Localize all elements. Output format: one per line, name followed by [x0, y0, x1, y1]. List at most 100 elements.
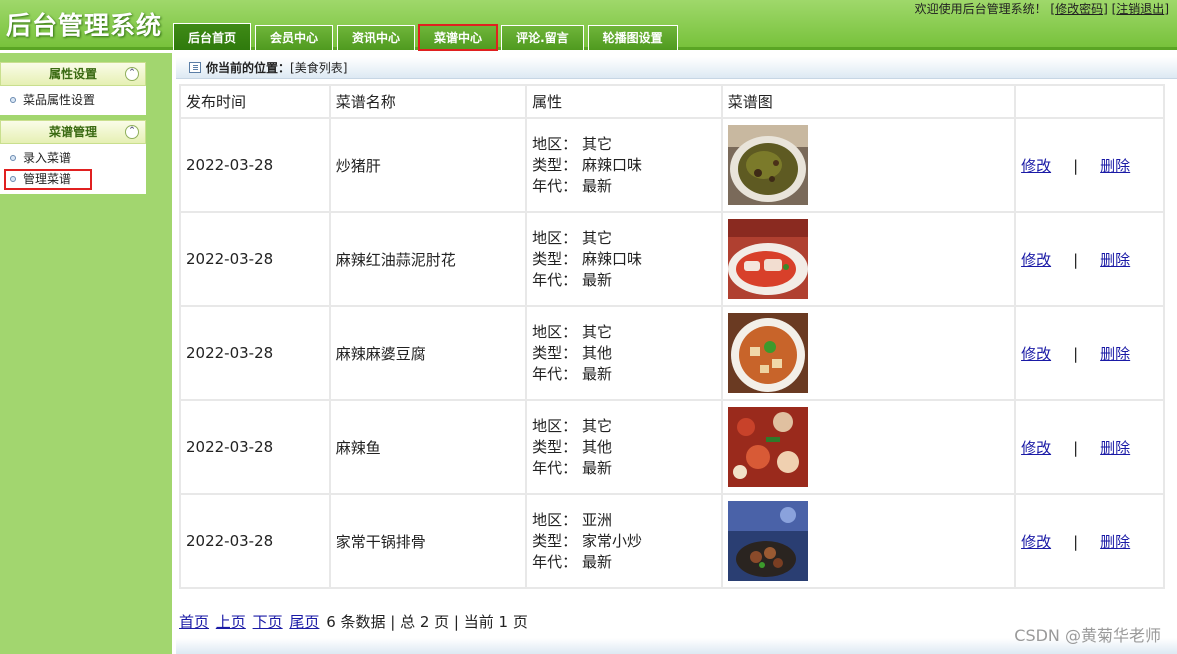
cell-attributes: 地区： 其它 类型： 其他 年代： 最新	[527, 307, 721, 399]
sidebar-group-recipe-management[interactable]: 菜谱管理 ⌃	[0, 120, 146, 144]
attr-region: 其它	[581, 416, 612, 435]
attr-label: 地区：	[532, 134, 578, 153]
attr-era: 最新	[581, 270, 612, 289]
change-password-link[interactable]: 修改密码	[1055, 2, 1103, 16]
last-page-link[interactable]: 尾页	[289, 613, 319, 631]
bullet-icon	[10, 155, 16, 161]
collapse-icon[interactable]: ⌃	[125, 67, 139, 81]
action-separator: |	[1073, 438, 1079, 457]
header-attributes: 属性	[527, 86, 721, 117]
breadcrumb: 你当前的位置：[美食列表]	[176, 57, 1177, 79]
attr-label: 类型：	[532, 343, 578, 362]
attr-type: 麻辣口味	[581, 155, 642, 174]
sidebar-item-add-recipe[interactable]: 录入菜谱	[0, 148, 146, 169]
attr-type: 其他	[581, 437, 612, 456]
action-separator: |	[1073, 156, 1079, 175]
header-recipe-image: 菜谱图	[722, 86, 1015, 117]
action-separator: |	[1073, 344, 1079, 363]
cell-name: 炒猪肝	[330, 119, 526, 211]
tab-carousel-settings[interactable]: 轮播图设置	[587, 25, 678, 50]
attr-region: 亚洲	[581, 510, 612, 529]
breadcrumb-label: 你当前的位置：	[206, 61, 291, 75]
table-row: 2022-03-28 家常干锅排骨 地区： 亚洲 类型： 家常小炒 年代： 最新	[181, 495, 1163, 587]
dish-photo-stir-fried-liver	[727, 125, 808, 205]
edit-link[interactable]: 修改	[1021, 345, 1051, 363]
cell-image	[722, 401, 1015, 493]
cell-date: 2022-03-28	[181, 213, 329, 305]
attr-label: 年代：	[532, 176, 578, 195]
header-bar: 后台管理系统 欢迎使用后台管理系统！ [修改密码] [注销退出] 后台首页 会员…	[0, 0, 1177, 51]
first-page-link[interactable]: 首页	[179, 613, 209, 631]
table-row: 2022-03-28 麻辣麻婆豆腐 地区： 其它 类型： 其他 年代： 最新 修…	[181, 307, 1163, 399]
cell-name: 麻辣红油蒜泥肘花	[330, 213, 526, 305]
dish-photo-dry-pot-ribs	[727, 501, 808, 581]
cell-attributes: 地区： 亚洲 类型： 家常小炒 年代： 最新	[527, 495, 721, 587]
logout-link[interactable]: 注销退出	[1116, 2, 1164, 16]
delete-link[interactable]: 删除	[1100, 157, 1130, 175]
tab-comments[interactable]: 评论.留言	[501, 25, 584, 50]
tab-member-center[interactable]: 会员中心	[255, 25, 334, 50]
collapse-icon[interactable]: ⌃	[125, 125, 139, 139]
sidebar-item-manage-recipes[interactable]: 管理菜谱	[4, 169, 92, 190]
attr-type: 其他	[581, 343, 612, 362]
sidebar-item-label: 录入菜谱	[23, 151, 72, 165]
attr-label: 年代：	[532, 270, 578, 289]
system-title: 后台管理系统	[6, 11, 163, 40]
attr-era: 最新	[581, 364, 612, 383]
edit-link[interactable]: 修改	[1021, 251, 1051, 269]
cell-image	[722, 307, 1015, 399]
pagination: 首页 上页 下页 尾页 6 条数据 | 总 2 页 | 当前 1 页	[179, 611, 528, 632]
cell-name: 麻辣麻婆豆腐	[330, 307, 526, 399]
cell-date: 2022-03-28	[181, 401, 329, 493]
attr-label: 地区：	[532, 416, 578, 435]
attr-era: 最新	[581, 552, 612, 571]
tab-news-center[interactable]: 资讯中心	[337, 25, 416, 50]
attr-label: 地区：	[532, 322, 578, 341]
cell-image	[722, 213, 1015, 305]
attr-label: 年代：	[532, 458, 578, 477]
attr-region: 其它	[581, 134, 612, 153]
welcome-area: 欢迎使用后台管理系统！ [修改密码] [注销退出]	[914, 2, 1169, 16]
cell-actions: 修改 | 删除	[1016, 213, 1163, 305]
pagination-summary: 6 条数据 | 总 2 页 | 当前 1 页	[326, 613, 528, 631]
cell-image	[722, 495, 1015, 587]
header-actions	[1016, 86, 1163, 117]
delete-link[interactable]: 删除	[1100, 439, 1130, 457]
cell-actions: 修改 | 删除	[1016, 495, 1163, 587]
attr-region: 其它	[581, 322, 612, 341]
sidebar-item-dish-attribute-settings[interactable]: 菜品属性设置	[0, 90, 146, 111]
prev-page-link[interactable]: 上页	[216, 613, 246, 631]
top-nav: 后台首页 会员中心 资讯中心 菜谱中心 评论.留言 轮播图设置	[173, 23, 682, 51]
edit-link[interactable]: 修改	[1021, 157, 1051, 175]
list-icon	[189, 62, 201, 73]
sidebar-group-items: 菜品属性设置	[0, 86, 146, 115]
dish-photo-pork-knuckle	[727, 219, 808, 299]
recipe-table: 发布时间 菜谱名称 属性 菜谱图 2022-03-28 炒猪肝 地区： 其它 类…	[179, 84, 1165, 589]
action-separator: |	[1073, 250, 1079, 269]
cell-attributes: 地区： 其它 类型： 麻辣口味 年代： 最新	[527, 119, 721, 211]
attr-label: 年代：	[532, 552, 578, 571]
tab-recipe-center[interactable]: 菜谱中心	[418, 24, 499, 51]
delete-link[interactable]: 删除	[1100, 251, 1130, 269]
attr-region: 其它	[581, 228, 612, 247]
next-page-link[interactable]: 下页	[253, 613, 283, 631]
table-row: 2022-03-28 麻辣红油蒜泥肘花 地区： 其它 类型： 麻辣口味 年代： …	[181, 213, 1163, 305]
cell-image	[722, 119, 1015, 211]
table-row: 2022-03-28 炒猪肝 地区： 其它 类型： 麻辣口味 年代： 最新 修改…	[181, 119, 1163, 211]
tab-home[interactable]: 后台首页	[173, 23, 252, 50]
table-header-row: 发布时间 菜谱名称 属性 菜谱图	[181, 86, 1163, 117]
attr-label: 类型：	[532, 155, 578, 174]
dish-photo-spicy-fish	[727, 407, 808, 487]
attr-label: 年代：	[532, 364, 578, 383]
sidebar-group-attribute-settings[interactable]: 属性设置 ⌃	[0, 62, 146, 86]
main-content: 你当前的位置：[美食列表] 发布时间 菜谱名称 属性 菜谱图 2022-03-2…	[173, 53, 1177, 654]
cell-attributes: 地区： 其它 类型： 麻辣口味 年代： 最新	[527, 213, 721, 305]
sidebar-item-label: 菜品属性设置	[23, 93, 96, 107]
edit-link[interactable]: 修改	[1021, 439, 1051, 457]
edit-link[interactable]: 修改	[1021, 533, 1051, 551]
delete-link[interactable]: 删除	[1100, 533, 1130, 551]
delete-link[interactable]: 删除	[1100, 345, 1130, 363]
attr-era: 最新	[581, 458, 612, 477]
bullet-icon	[10, 176, 16, 182]
breadcrumb-location: [美食列表]	[290, 61, 348, 75]
